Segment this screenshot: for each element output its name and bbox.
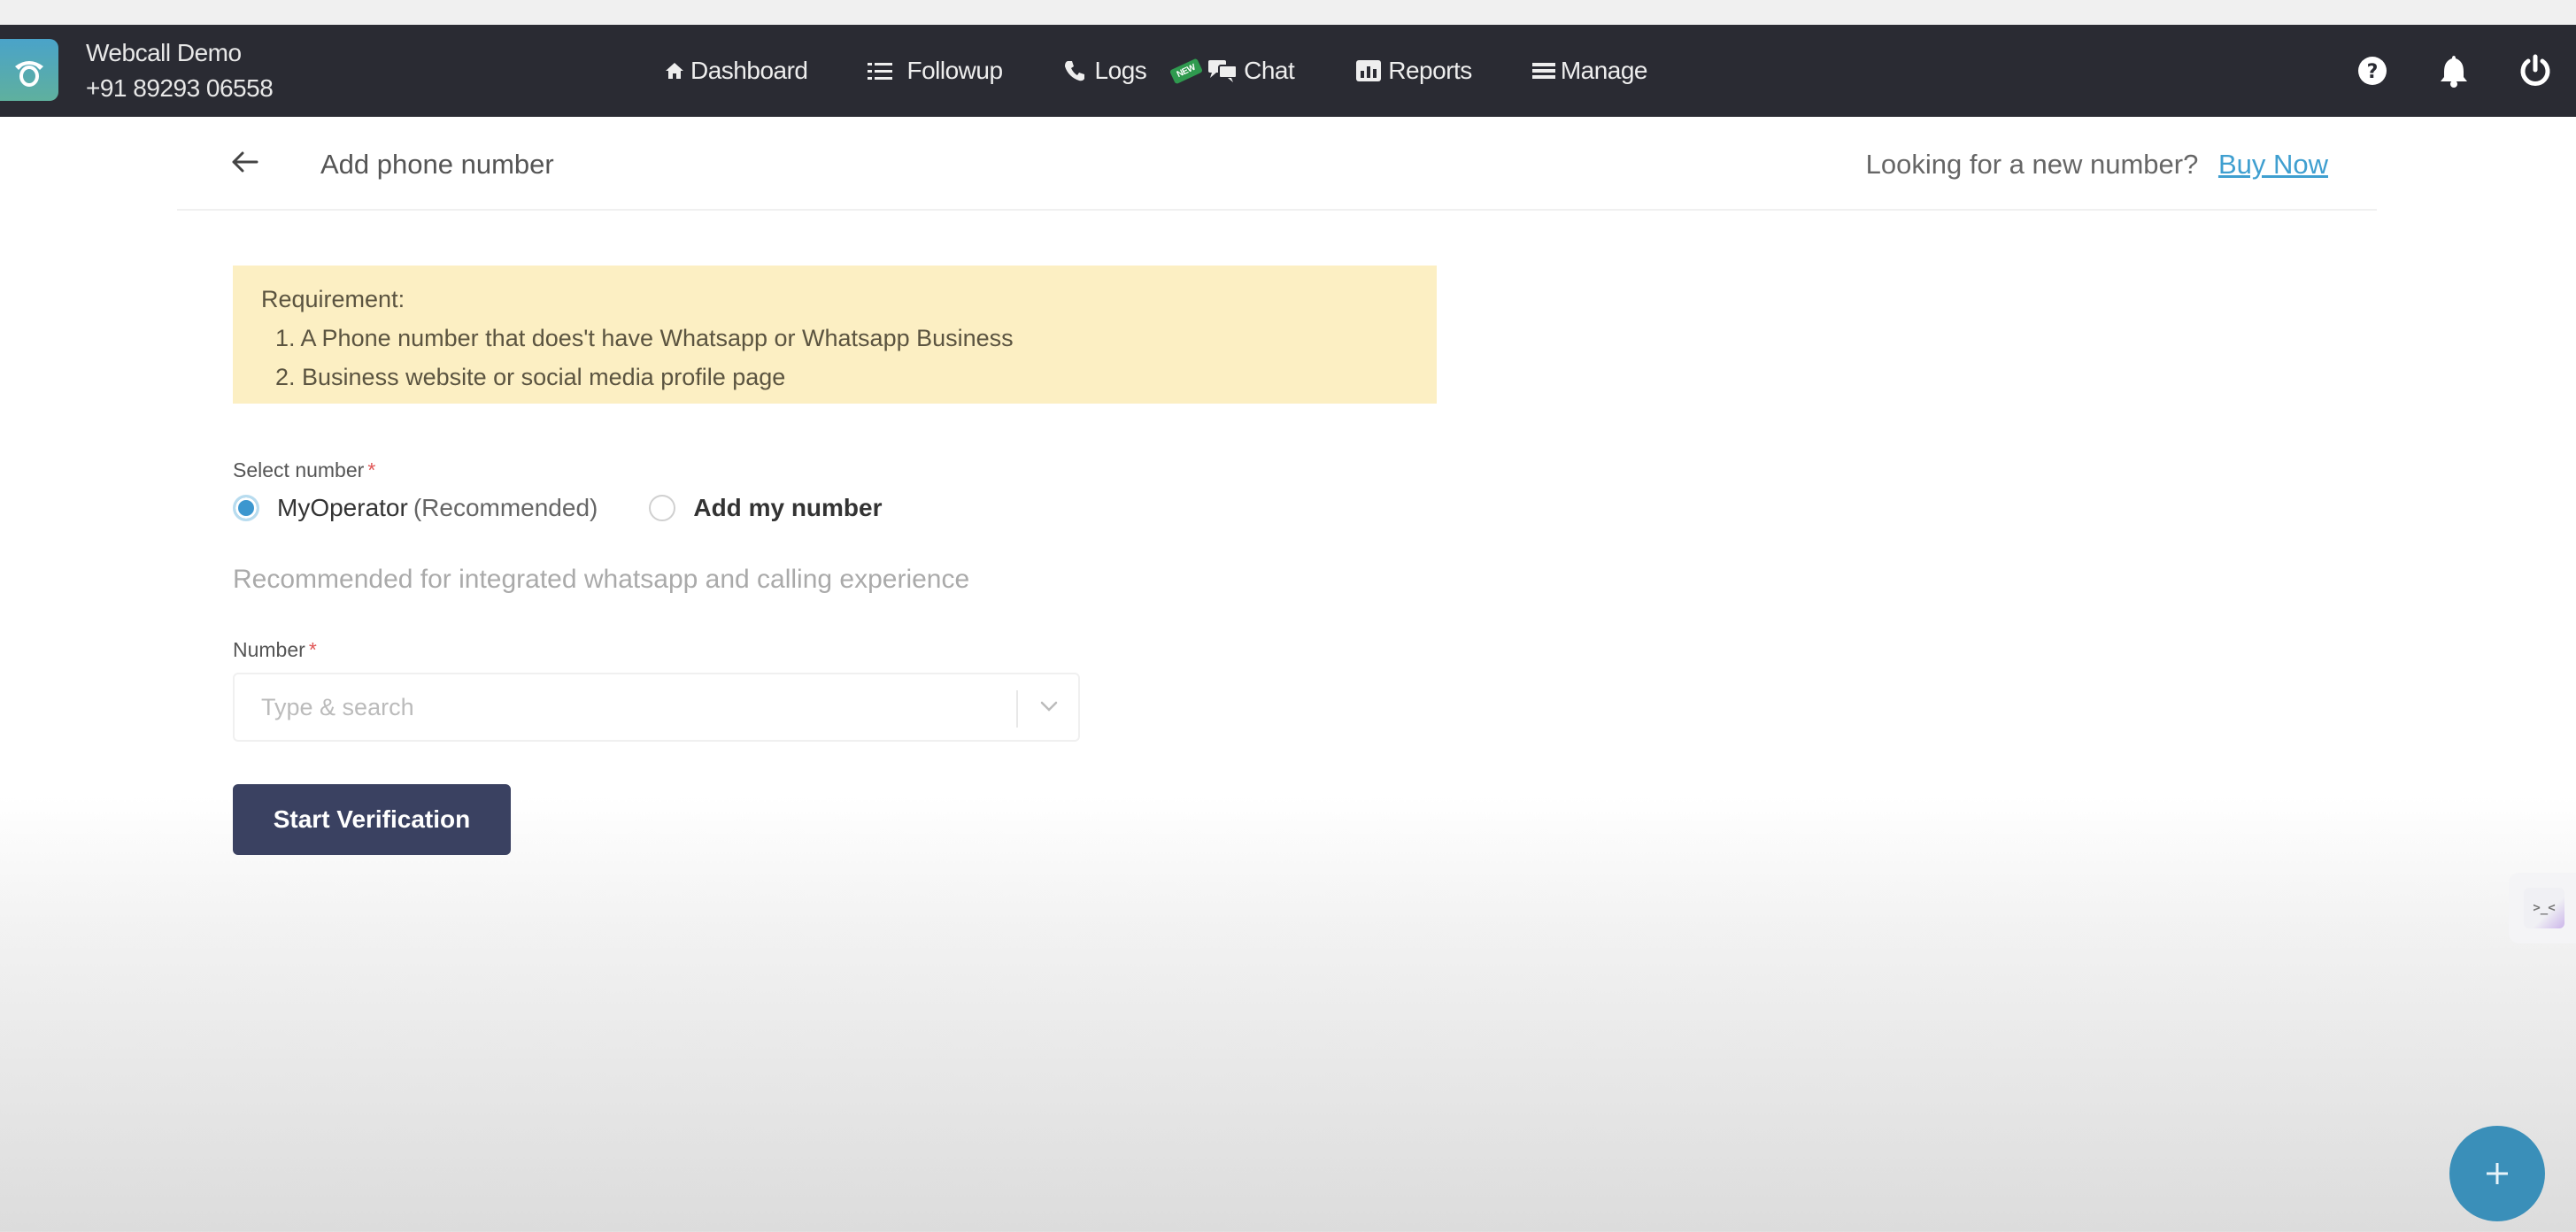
widget-face-icon: >_<: [2524, 888, 2564, 928]
requirement-item: 2. Business website or social media prof…: [275, 364, 786, 390]
account-phone: +91 89293 06558: [86, 74, 274, 102]
number-search-placeholder: Type & search: [261, 694, 414, 720]
start-verification-button[interactable]: Start Verification: [233, 784, 511, 855]
phone-icon: [1064, 61, 1084, 81]
requirement-notice: Requirement: 1. A Phone number that does…: [233, 266, 1437, 404]
buy-now-link[interactable]: Buy Now: [2218, 149, 2328, 180]
list-icon: [868, 63, 893, 80]
power-icon[interactable]: [2495, 54, 2576, 88]
nav-followup-label: Followup: [906, 57, 1003, 84]
number-label-text: Number: [233, 638, 305, 661]
chevron-down-icon[interactable]: [1037, 697, 1060, 720]
radio-option-add-my-number[interactable]: Add my number: [649, 494, 883, 522]
plus-icon: [2487, 1163, 2508, 1184]
top-navbar: Webcall Demo +91 89293 06558 Dashboard F…: [0, 25, 2576, 117]
select-divider: [1016, 690, 1018, 728]
recommendation-hint: Recommended for integrated whatsapp and …: [233, 565, 970, 594]
requirement-item: 1. A Phone number that does't have Whats…: [275, 325, 1014, 351]
required-mark: *: [308, 638, 317, 661]
bell-icon[interactable]: [2413, 54, 2495, 88]
buy-number-prompt: Looking for a new number? Buy Now: [1866, 149, 2328, 181]
page-header: Add phone number Looking for a new numbe…: [177, 124, 2377, 211]
telephone-icon[interactable]: [0, 39, 58, 101]
radio-option-myoperator[interactable]: MyOperator (Recommended): [233, 494, 598, 522]
nav-manage[interactable]: Manage: [1531, 57, 1648, 85]
nav-manage-label: Manage: [1560, 57, 1648, 84]
fab-add-button[interactable]: [2449, 1126, 2545, 1221]
chat-icon: [1208, 60, 1238, 82]
nav-reports-label: Reports: [1388, 57, 1472, 84]
nav-chat[interactable]: NEW Chat: [1169, 57, 1295, 85]
nav-reports[interactable]: Reports: [1354, 57, 1472, 85]
menu-icon: [1531, 63, 1555, 79]
nav-followup[interactable]: Followup: [868, 57, 1003, 85]
select-number-label: Select number *: [233, 458, 375, 482]
buy-number-question: Looking for a new number?: [1865, 149, 2199, 180]
number-label: Number *: [233, 638, 317, 662]
help-icon[interactable]: ?: [2332, 56, 2413, 86]
browser-top-strip: [0, 0, 2576, 25]
bar-chart-icon: [1356, 60, 1382, 81]
number-source-radio-group: MyOperator (Recommended) Add my number: [233, 494, 934, 522]
nav-chat-label: Chat: [1244, 57, 1295, 84]
required-mark: *: [367, 458, 376, 481]
radio-add-my-number-label: Add my number: [693, 494, 883, 521]
nav-right-actions: ?: [2332, 25, 2576, 117]
new-badge: NEW: [1169, 58, 1204, 84]
nav-logs[interactable]: Logs: [1063, 57, 1147, 85]
radio-add-my-number[interactable]: [649, 495, 676, 521]
nav-dashboard-label: Dashboard: [690, 57, 808, 84]
radio-myoperator-label: MyOperator: [277, 494, 408, 521]
radio-myoperator[interactable]: [233, 495, 259, 521]
radio-myoperator-suffix: (Recommended): [413, 494, 598, 521]
select-number-label-text: Select number: [233, 458, 365, 481]
home-icon: [666, 63, 683, 79]
number-search-select[interactable]: Type & search: [233, 673, 1080, 742]
requirement-title: Requirement:: [261, 286, 405, 312]
svg-text:?: ?: [2367, 61, 2379, 83]
nav-logs-label: Logs: [1094, 57, 1147, 84]
back-arrow-icon[interactable]: [232, 150, 258, 178]
nav-dashboard[interactable]: Dashboard: [664, 57, 808, 85]
page-title: Add phone number: [320, 149, 554, 180]
main-nav: Dashboard Followup Logs NEW Chat Reports…: [664, 25, 1708, 117]
account-name: Webcall Demo: [86, 39, 242, 66]
account-info: Webcall Demo +91 89293 06558: [86, 35, 274, 106]
side-widget[interactable]: >_<: [2509, 873, 2576, 943]
